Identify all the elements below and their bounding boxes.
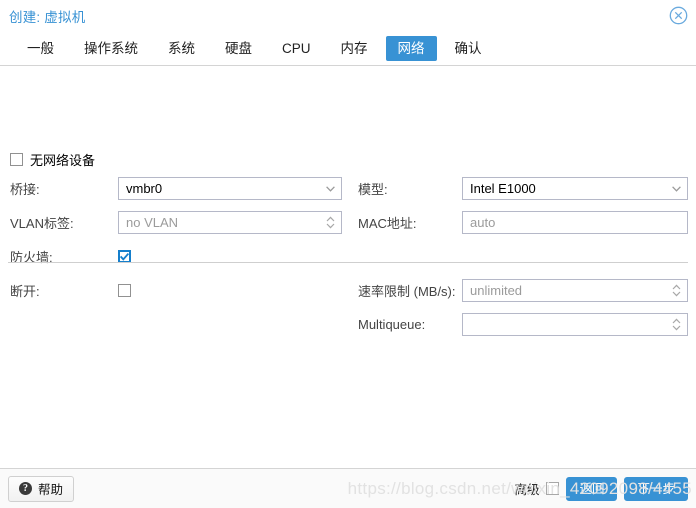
- model-label: 模型:: [358, 179, 462, 198]
- no-network-device-label: 无网络设备: [30, 150, 95, 169]
- dialog-footer: ? 帮助 https://blog.csdn.net/weixin_420920…: [0, 468, 696, 508]
- rate-limit-label: 速率限制 (MB/s):: [358, 281, 462, 300]
- next-button[interactable]: 下一步: [624, 477, 688, 501]
- vlan-tag-label: VLAN标签:: [10, 213, 118, 232]
- close-icon[interactable]: [669, 6, 688, 25]
- tab-hard-disk[interactable]: 硬盘: [213, 36, 264, 61]
- footer-actions: 高级 返回 下一步: [514, 477, 688, 501]
- bridge-label: 桥接:: [10, 179, 118, 198]
- no-network-device-checkbox[interactable]: [10, 153, 23, 166]
- rate-limit-value: unlimited: [470, 280, 522, 301]
- multiqueue-input[interactable]: [462, 313, 688, 336]
- advanced-label: 高级: [514, 479, 539, 498]
- no-network-device-row: 无网络设备: [10, 150, 95, 169]
- model-row: 模型: Intel E1000: [358, 174, 688, 203]
- chevron-down-icon[interactable]: [323, 178, 337, 199]
- vlan-tag-row: VLAN标签: no VLAN: [10, 208, 345, 237]
- mac-address-label: MAC地址:: [358, 213, 462, 232]
- form-column-right-bottom: 速率限制 (MB/s): unlimited Multiqueue:: [358, 276, 688, 344]
- form-column-right: 模型: Intel E1000 MAC地址: auto: [358, 174, 688, 242]
- chevron-down-icon[interactable]: [669, 178, 683, 199]
- tab-system[interactable]: 系统: [156, 36, 207, 61]
- model-value: Intel E1000: [470, 178, 536, 199]
- tab-os[interactable]: 操作系统: [72, 36, 150, 61]
- rate-limit-row: 速率限制 (MB/s): unlimited: [358, 276, 688, 305]
- disconnect-label: 断开:: [10, 281, 118, 300]
- tab-general[interactable]: 一般: [15, 36, 66, 61]
- tab-memory[interactable]: 内存: [329, 36, 380, 61]
- spinner-updown-icon[interactable]: [669, 280, 683, 301]
- vlan-tag-value: no VLAN: [126, 212, 178, 233]
- firewall-row: 防火墙:: [10, 242, 345, 271]
- model-input[interactable]: Intel E1000: [462, 177, 688, 200]
- firewall-label: 防火墙:: [10, 247, 118, 266]
- network-form-panel: 无网络设备 桥接: vmbr0 VLAN标签: no VLA: [0, 66, 696, 468]
- mac-address-input[interactable]: auto: [462, 211, 688, 234]
- advanced-checkbox[interactable]: [546, 482, 559, 495]
- vlan-tag-input[interactable]: no VLAN: [118, 211, 342, 234]
- disconnect-checkbox[interactable]: [118, 284, 131, 297]
- dialog-titlebar: 创建: 虚拟机: [0, 0, 696, 31]
- spinner-updown-icon[interactable]: [323, 212, 337, 233]
- form-column-left-bottom: 断开:: [10, 276, 345, 310]
- spinner-updown-icon[interactable]: [669, 314, 683, 335]
- back-button[interactable]: 返回: [566, 477, 617, 501]
- mac-address-value: auto: [470, 212, 495, 233]
- multiqueue-row: Multiqueue:: [358, 310, 688, 339]
- bridge-input[interactable]: vmbr0: [118, 177, 342, 200]
- help-button[interactable]: ? 帮助: [8, 476, 74, 502]
- mac-address-row: MAC地址: auto: [358, 208, 688, 237]
- tab-bar: 一般 操作系统 系统 硬盘 CPU 内存 网络 确认: [0, 31, 696, 66]
- disconnect-row: 断开:: [10, 276, 345, 305]
- form-column-left: 桥接: vmbr0 VLAN标签: no VLAN: [10, 174, 345, 276]
- tab-confirm[interactable]: 确认: [443, 36, 494, 61]
- tab-network[interactable]: 网络: [386, 36, 437, 61]
- rate-limit-input[interactable]: unlimited: [462, 279, 688, 302]
- bridge-value: vmbr0: [126, 178, 162, 199]
- create-vm-dialog: 创建: 虚拟机 一般 操作系统 系统 硬盘 CPU 内存 网络 确认 无网络设备: [0, 0, 696, 508]
- bridge-row: 桥接: vmbr0: [10, 174, 345, 203]
- help-button-label: 帮助: [38, 479, 63, 498]
- form-divider: [8, 262, 688, 263]
- question-circle-icon: ?: [19, 482, 32, 495]
- multiqueue-label: Multiqueue:: [358, 317, 462, 332]
- tab-cpu[interactable]: CPU: [270, 36, 323, 61]
- dialog-title: 创建: 虚拟机: [9, 6, 85, 26]
